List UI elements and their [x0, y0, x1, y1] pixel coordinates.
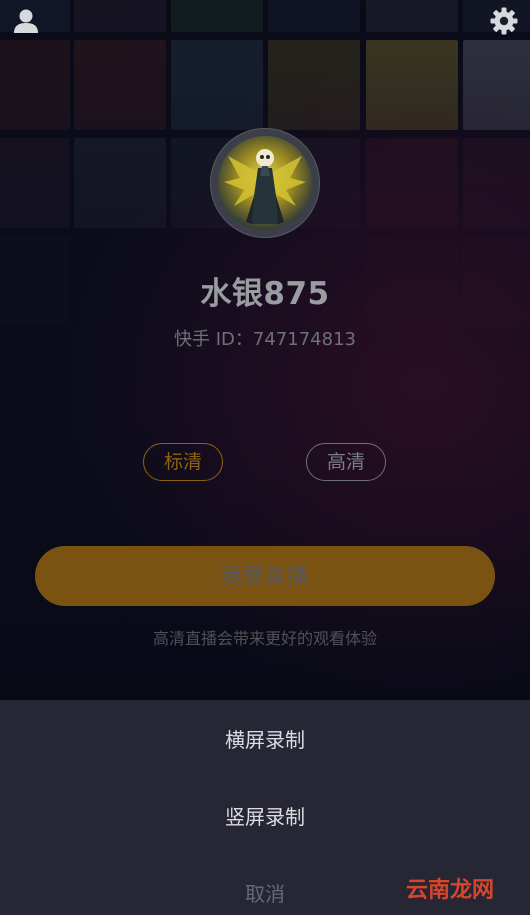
portrait-record-option[interactable]: 竖屏录制: [0, 787, 530, 847]
user-avatar[interactable]: [218, 136, 312, 230]
quality-hd-option[interactable]: 高清: [306, 443, 386, 481]
go-live-button[interactable]: 我要直播: [35, 546, 495, 606]
landscape-record-option[interactable]: 横屏录制: [0, 710, 530, 770]
user-profile-icon[interactable]: [11, 6, 41, 36]
username: 水银875: [200, 276, 330, 312]
hd-hint-text: 高清直播会带来更好的观看体验: [152, 629, 377, 648]
record-mode-action-sheet: 横屏录制 竖屏录制 取消: [0, 700, 530, 915]
gear-icon[interactable]: [489, 6, 519, 36]
user-id: 快手 ID：747174813: [174, 329, 356, 350]
cancel-button[interactable]: 取消: [0, 864, 530, 915]
go-live-screen: 水银875 快手 ID：747174813 标清 高清 我要直播 高清直播会带来…: [0, 0, 530, 915]
quality-sd-option[interactable]: 标清: [143, 443, 223, 481]
